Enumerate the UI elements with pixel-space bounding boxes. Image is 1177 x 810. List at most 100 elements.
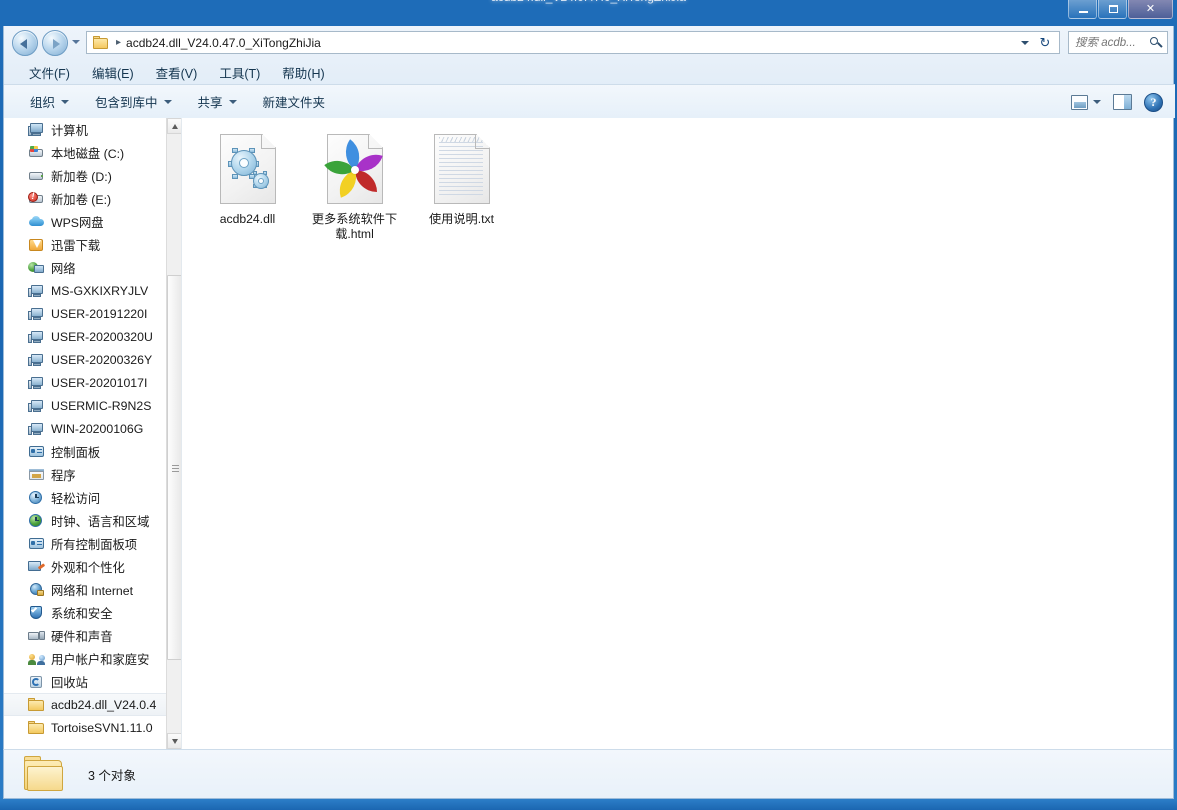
file-name-label: acdb24.dll [219, 212, 276, 226]
chevron-down-icon [228, 99, 237, 104]
chevron-down-icon [61, 99, 70, 104]
navigation-pane[interactable]: 计算机 本地磁盘 (C:) 新加卷 (D:) ! 新加卷 (E:) WPS网盘 … [4, 118, 182, 749]
sidebar-item-ease-of-access[interactable]: 轻松访问 [4, 486, 168, 509]
toolbar-organize[interactable]: 组织 [20, 88, 79, 115]
sidebar-item-system-security[interactable]: 系统和安全 [4, 601, 168, 624]
toolbar-organize-label: 组织 [30, 96, 56, 110]
menu-item-tools[interactable]: 工具(T) [208, 61, 271, 84]
sidebar-item-network-user-20200326[interactable]: USER-20200326Y [4, 348, 168, 371]
menu-item-help[interactable]: 帮助(H) [271, 61, 335, 84]
clock-language-icon [28, 513, 45, 529]
maximize-button[interactable] [1098, 0, 1127, 19]
sidebar-item-label: 网络 [51, 261, 76, 276]
sidebar-item-tortoisesvn-folder[interactable]: TortoiseSVN1.11.0 [4, 716, 168, 739]
toolbar-new-folder[interactable]: 新建文件夹 [253, 88, 336, 115]
file-item-html[interactable]: 更多系统软件下载.html [301, 126, 408, 242]
back-button[interactable] [12, 30, 38, 56]
command-toolbar: 组织 包含到库中 共享 新建文件夹 ? [4, 84, 1175, 118]
sidebar-item-network-user-20191220[interactable]: USER-20191220I [4, 302, 168, 325]
change-view-button[interactable] [1071, 94, 1101, 110]
file-list-pane[interactable]: acdb24.dll 更多系统软件下载.html 使用说明.txt [182, 118, 1173, 749]
toolbar-share[interactable]: 共享 [188, 88, 247, 115]
sidebar-item-network-user-20200320[interactable]: USER-20200320U [4, 325, 168, 348]
computer-node-icon [28, 283, 45, 299]
sidebar-item-user-accounts[interactable]: 用户帐户和家庭安 [4, 647, 168, 670]
file-item-dll[interactable]: acdb24.dll [194, 126, 301, 242]
close-button[interactable]: ✕ [1128, 0, 1173, 19]
chevron-down-icon [1093, 100, 1101, 104]
folder-icon [28, 697, 45, 713]
sidebar-item-network-usermic-r9n2s[interactable]: USERMIC-R9N2S [4, 394, 168, 417]
sidebar-item-volume-e[interactable]: 新加卷 (E:) [4, 187, 168, 210]
search-icon [1149, 35, 1165, 51]
toolbar-include-label: 包含到库中 [95, 96, 158, 110]
computer-node-icon [28, 306, 45, 322]
sidebar-item-all-control-panel-items[interactable]: 所有控制面板项 [4, 532, 168, 555]
file-name-label: 更多系统软件下载.html [311, 212, 398, 241]
chevron-down-icon[interactable] [1021, 41, 1029, 45]
html-pinwheel-icon [323, 134, 383, 204]
breadcrumb-path[interactable]: acdb24.dll_V24.0.47.0_XiTongZhiJia [126, 36, 321, 50]
help-icon[interactable]: ? [1144, 92, 1163, 112]
search-box[interactable] [1068, 31, 1168, 54]
folder-tree: 计算机 本地磁盘 (C:) 新加卷 (D:) ! 新加卷 (E:) WPS网盘 … [4, 118, 168, 739]
sidebar-item-wps-cloud[interactable]: WPS网盘 [4, 210, 168, 233]
chevron-down-icon [163, 99, 172, 104]
toolbar-share-label: 共享 [197, 96, 223, 110]
sidebar-item-hardware-sound[interactable]: 硬件和声音 [4, 624, 168, 647]
refresh-icon[interactable]: ↻ [1035, 35, 1055, 52]
file-item-txt[interactable]: 使用说明.txt [408, 126, 515, 242]
scroll-up-icon[interactable] [167, 118, 181, 134]
search-input[interactable] [1075, 36, 1149, 49]
sidebar-item-recycle-bin[interactable]: 回收站 [4, 670, 168, 693]
sidebar-item-acdb24-folder[interactable]: acdb24.dll_V24.0.4 [4, 693, 168, 716]
hardware-sound-icon [28, 628, 45, 644]
sidebar-item-control-panel[interactable]: 控制面板 [4, 440, 168, 463]
minimize-button[interactable] [1068, 0, 1097, 19]
computer-icon [28, 122, 45, 138]
scroll-down-icon[interactable] [167, 733, 181, 749]
sidebar-item-local-disk-c[interactable]: 本地磁盘 (C:) [4, 141, 168, 164]
sidebar-item-network-user-20201017[interactable]: USER-20201017I [4, 371, 168, 394]
sidebar-item-label: acdb24.dll_V24.0.4 [51, 697, 157, 712]
sidebar-item-label: 程序 [51, 468, 76, 483]
sidebar-item-label: 外观和个性化 [51, 560, 125, 575]
preview-pane-icon[interactable] [1113, 94, 1132, 110]
computer-node-icon [28, 421, 45, 437]
sidebar-item-volume-d[interactable]: 新加卷 (D:) [4, 164, 168, 187]
sidebar-item-network[interactable]: 网络 [4, 256, 168, 279]
scrollbar-thumb[interactable] [167, 275, 181, 660]
folder-icon [93, 35, 109, 50]
forward-button[interactable] [42, 30, 68, 56]
sidebar-item-label: WPS网盘 [51, 215, 104, 230]
sidebar-item-label: 轻松访问 [51, 491, 101, 506]
scrollbar-grip-icon [172, 465, 179, 466]
sidebar-item-clock-language-region[interactable]: 时钟、语言和区域 [4, 509, 168, 532]
toolbar-include-in-library[interactable]: 包含到库中 [85, 88, 182, 115]
menu-item-file[interactable]: 文件(F) [18, 61, 81, 84]
sidebar-item-label: 用户帐户和家庭安 [51, 652, 150, 667]
ease-of-access-icon [28, 490, 45, 506]
sidebar-item-programs[interactable]: 程序 [4, 463, 168, 486]
title-bar[interactable]: acdb24.dll_V24.0.47.0_XiTongZhiJia ✕ [0, 0, 1177, 26]
computer-node-icon [28, 398, 45, 414]
sidebar-item-network-ms-gxkixryjlv[interactable]: MS-GXKIXRYJLV [4, 279, 168, 302]
sidebar-item-label: 所有控制面板项 [51, 537, 138, 552]
recycle-bin-icon [28, 674, 45, 690]
menu-item-edit[interactable]: 编辑(E) [81, 61, 145, 84]
sidebar-item-network-win-20200106[interactable]: WIN-20200106G [4, 417, 168, 440]
history-dropdown-icon[interactable] [72, 40, 80, 44]
sidebar-item-thunder-download[interactable]: 迅雷下载 [4, 233, 168, 256]
sidebar-item-computer[interactable]: 计算机 [4, 118, 168, 141]
explorer-body: 计算机 本地磁盘 (C:) 新加卷 (D:) ! 新加卷 (E:) WPS网盘 … [3, 118, 1174, 749]
sidebar-item-label: USER-20200320U [51, 329, 153, 344]
sidebar-item-label: 回收站 [51, 675, 88, 690]
window-title: acdb24.dll_V24.0.47.0_XiTongZhiJia [0, 0, 1177, 4]
breadcrumb-separator-icon: ▸ [116, 37, 122, 48]
menu-item-view[interactable]: 查看(V) [145, 61, 209, 84]
sidebar-item-network-internet[interactable]: 网络和 Internet [4, 578, 168, 601]
sidebar-item-appearance-personalization[interactable]: 外观和个性化 [4, 555, 168, 578]
cloud-icon [28, 214, 45, 230]
address-bar[interactable]: ▸ acdb24.dll_V24.0.47.0_XiTongZhiJia ↻ [86, 31, 1060, 54]
sidebar-scrollbar[interactable] [166, 118, 181, 749]
